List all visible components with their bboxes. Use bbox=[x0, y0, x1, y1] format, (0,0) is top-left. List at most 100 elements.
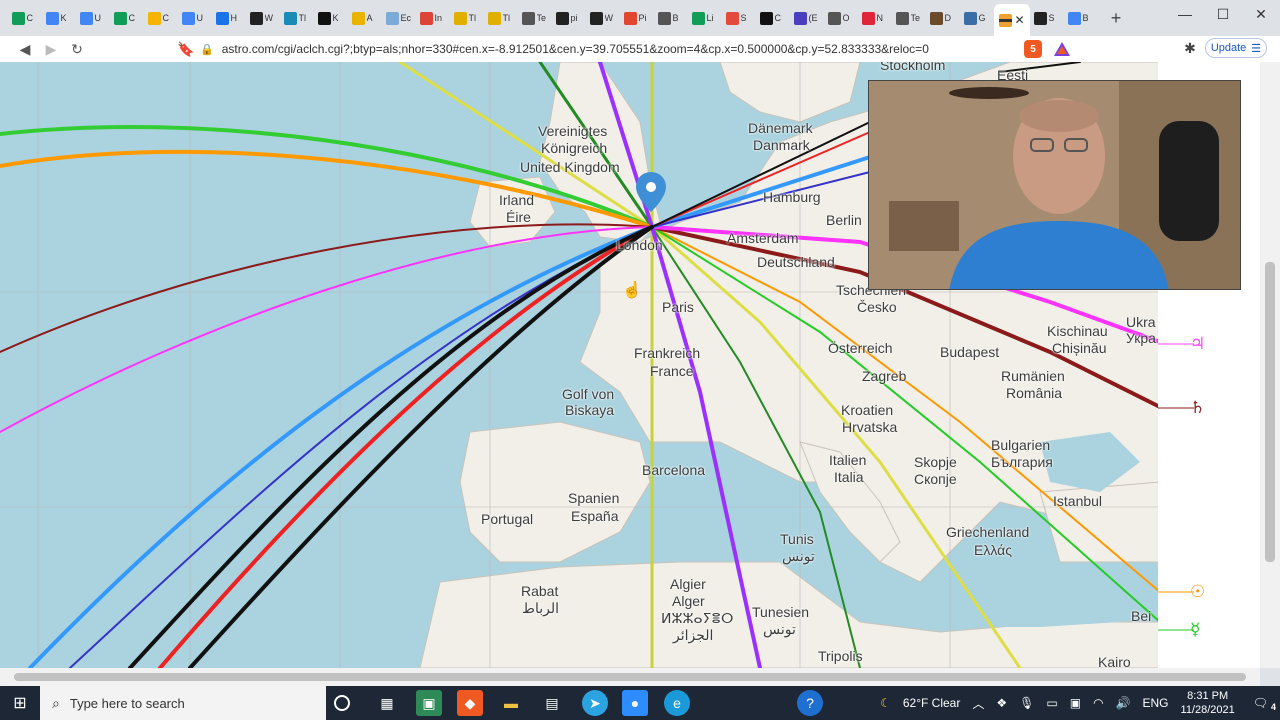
language-indicator[interactable]: ENG bbox=[1137, 696, 1175, 710]
browser-tab[interactable]: C bbox=[8, 4, 42, 32]
weather-text[interactable]: 62°F Clear bbox=[897, 696, 967, 710]
taskbar-clock[interactable]: 8:31 PM 11/28/2021 bbox=[1175, 689, 1241, 717]
browser-tab[interactable]: S bbox=[722, 4, 756, 32]
update-button[interactable]: Update ☰ bbox=[1205, 38, 1267, 58]
browser-tab[interactable]: B bbox=[1064, 4, 1098, 32]
map-place-label: Kischinau bbox=[1047, 323, 1108, 339]
notification-center-icon[interactable]: 🗨 4 bbox=[1241, 696, 1280, 712]
url-text[interactable]: astro.com/cgi/aclch.cgi?;btyp=als;nhor=3… bbox=[222, 42, 929, 56]
browser-tab[interactable]: Tl bbox=[484, 4, 518, 32]
planet-glyph-icon[interactable]: ♄ bbox=[1190, 398, 1205, 418]
browser-tab[interactable]: W bbox=[246, 4, 280, 32]
browser-tab[interactable]: H bbox=[212, 4, 246, 32]
map-location-pin-icon[interactable] bbox=[636, 172, 666, 212]
lock-icon: 🔒 bbox=[200, 43, 214, 56]
reload-button[interactable]: ↻ bbox=[64, 36, 90, 62]
file-explorer-icon[interactable]: ▬ bbox=[498, 690, 524, 716]
dropbox-icon[interactable]: ❖ bbox=[990, 696, 1013, 710]
browser-tab[interactable]: D bbox=[926, 4, 960, 32]
tab-favicon-icon bbox=[487, 11, 501, 25]
wifi-icon[interactable]: ◠ bbox=[1087, 696, 1109, 710]
close-window-button[interactable]: ✕ bbox=[1242, 0, 1280, 28]
horizontal-scroll-thumb[interactable] bbox=[14, 673, 1246, 681]
help-icon[interactable]: ? bbox=[797, 690, 823, 716]
back-button[interactable]: ◀ bbox=[12, 36, 38, 62]
browser-tab[interactable]: C bbox=[144, 4, 178, 32]
horizontal-scrollbar[interactable] bbox=[0, 668, 1260, 686]
browser-tab[interactable]: C bbox=[110, 4, 144, 32]
browser-tab[interactable]: Pi bbox=[620, 4, 654, 32]
browser-tab[interactable]: Te bbox=[518, 4, 552, 32]
tab-title: In bbox=[434, 13, 443, 23]
browser-tab[interactable]: Li bbox=[688, 4, 722, 32]
browser-tab[interactable]: K bbox=[42, 4, 76, 32]
planet-glyph-icon[interactable]: ☿ bbox=[1190, 620, 1200, 640]
calculator-icon[interactable]: ▤ bbox=[539, 690, 565, 716]
bookmark-icon[interactable]: 🔖 bbox=[173, 36, 199, 62]
vertical-scrollbar[interactable] bbox=[1260, 62, 1280, 668]
brave-rewards-icon[interactable] bbox=[1053, 40, 1071, 58]
tab-favicon-icon bbox=[929, 11, 943, 25]
browser-tab[interactable]: S bbox=[1030, 4, 1064, 32]
planet-glyph-icon[interactable]: ☉ bbox=[1190, 582, 1205, 602]
brave-browser-icon[interactable]: ◆ bbox=[457, 690, 483, 716]
minimize-button[interactable]: — bbox=[1166, 0, 1204, 28]
map-place-label: Italia bbox=[834, 469, 864, 485]
map-place-label: Istanbul bbox=[1053, 493, 1103, 509]
browser-tab[interactable]: K bbox=[314, 4, 348, 32]
edge-browser-icon[interactable]: e bbox=[664, 690, 690, 716]
browser-tab[interactable]: pi bbox=[552, 4, 586, 32]
astro-map-viewport[interactable]: Stockholm Eesti Vereinigtes Königreich Unite… bbox=[0, 62, 1260, 668]
active-browser-tab[interactable]: ✕ bbox=[994, 4, 1030, 36]
browser-tab[interactable]: C bbox=[756, 4, 790, 32]
browser-tab[interactable]: O bbox=[824, 4, 858, 32]
tab-title: C bbox=[26, 13, 34, 23]
brave-shields-icon[interactable]: 5 bbox=[1024, 40, 1042, 58]
map-place-label: Zagreb bbox=[862, 368, 907, 384]
browser-tab[interactable]: A bbox=[348, 4, 382, 32]
browser-tab[interactable]: B bbox=[654, 4, 688, 32]
telegram-icon[interactable]: ➤ bbox=[582, 690, 608, 716]
zoom-icon[interactable]: ● bbox=[622, 690, 648, 716]
map-place-label: Alger bbox=[672, 593, 705, 609]
planet-glyph-icon[interactable]: ♃ bbox=[1190, 334, 1205, 354]
battery-icon[interactable]: ▭ bbox=[1040, 696, 1063, 710]
map-place-label: България bbox=[991, 454, 1053, 470]
browser-tab[interactable]: U bbox=[178, 4, 212, 32]
volume-icon[interactable]: 🔊 bbox=[1110, 696, 1137, 710]
taskbar-search-box[interactable]: ⌕ Type here to search bbox=[40, 686, 326, 720]
tab-favicon-icon bbox=[589, 11, 603, 25]
browser-tab[interactable]: G bbox=[960, 4, 994, 32]
extensions-puzzle-icon[interactable]: ✱ bbox=[1180, 38, 1200, 58]
task-view-icon[interactable]: ▦ bbox=[374, 690, 400, 716]
browser-tab[interactable]: Te bbox=[892, 4, 926, 32]
tab-favicon-icon bbox=[963, 11, 977, 25]
map-place-label: Frankreich bbox=[634, 345, 701, 361]
screen: C K U C C U H W Tl K A Ec In Tl Tl Te pi W Pi B Li S C (E O N Te D G… bbox=[0, 0, 1280, 720]
browser-tab[interactable]: Ec bbox=[382, 4, 416, 32]
browser-tab[interactable]: N bbox=[858, 4, 892, 32]
vertical-scroll-thumb[interactable] bbox=[1265, 262, 1275, 562]
browser-tab[interactable]: W bbox=[586, 4, 620, 32]
tab-favicon-icon bbox=[45, 11, 59, 25]
map-place-label: Paris bbox=[662, 299, 694, 315]
browser-tab[interactable]: Tl bbox=[280, 4, 314, 32]
new-tab-button[interactable]: + bbox=[1104, 6, 1128, 30]
tray-chevron-icon[interactable]: ︿ bbox=[966, 695, 990, 712]
map-place-label: Italien bbox=[829, 452, 867, 468]
map-place-label: Скопје bbox=[914, 471, 957, 487]
browser-tab[interactable]: (E bbox=[790, 4, 824, 32]
maximize-button[interactable]: ☐ bbox=[1204, 0, 1242, 28]
forward-button[interactable]: ▶ bbox=[38, 36, 64, 62]
close-tab-icon[interactable]: ✕ bbox=[1014, 13, 1024, 27]
cortana-icon[interactable] bbox=[334, 695, 350, 711]
app-icon-green[interactable]: ▣ bbox=[416, 690, 442, 716]
address-bar[interactable]: 🔒 astro.com/cgi/aclch.cgi?;btyp=als;nhor… bbox=[200, 38, 1020, 60]
tab-favicon-icon bbox=[147, 11, 161, 25]
browser-tab[interactable]: In bbox=[416, 4, 450, 32]
browser-tab[interactable]: Tl bbox=[450, 4, 484, 32]
windows-start-icon[interactable]: ⊞ bbox=[0, 686, 40, 720]
meet-icon[interactable]: ▣ bbox=[1064, 696, 1087, 710]
microphone-icon[interactable]: 🎙 bbox=[1013, 696, 1040, 710]
browser-tab[interactable]: U bbox=[76, 4, 110, 32]
